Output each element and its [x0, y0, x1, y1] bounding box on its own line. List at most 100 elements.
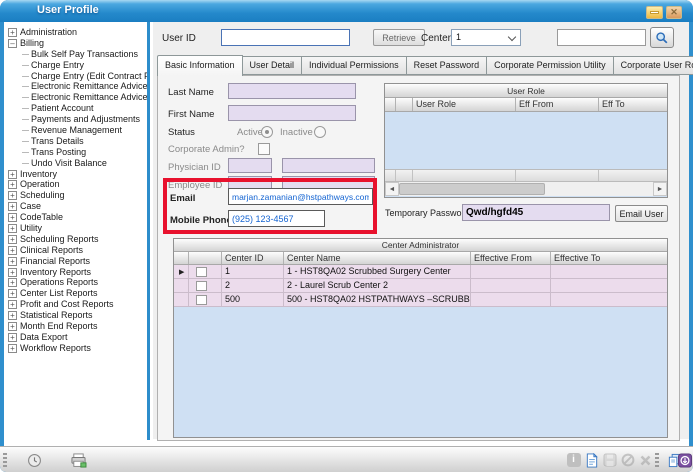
center-admin-row-500[interactable]: 500500 - HST8QA02 HSTPATHWAYS –SCRUBBED …: [174, 293, 667, 307]
user-role-table-body[interactable]: [385, 112, 667, 169]
tree-connector: [22, 119, 29, 120]
tab-corporate-permission-utility[interactable]: Corporate Permission Utility: [487, 56, 614, 75]
sidebar-item-statistical-reports[interactable]: +Statistical Reports: [8, 310, 147, 321]
expand-icon[interactable]: +: [8, 344, 17, 353]
user-profile-window: User Profile ✕ +Administration–BillingBu…: [0, 0, 693, 472]
close-button[interactable]: ✕: [666, 6, 682, 19]
sidebar-item-label: Workflow Reports: [20, 343, 91, 354]
corporate-admin-checkbox[interactable]: [258, 143, 270, 155]
sidebar-item-administration[interactable]: +Administration: [8, 27, 147, 38]
expand-icon[interactable]: +: [8, 311, 17, 320]
expand-icon[interactable]: +: [8, 180, 17, 189]
sidebar-item-utility[interactable]: +Utility: [8, 223, 147, 234]
sidebar-item-operation[interactable]: +Operation: [8, 179, 147, 190]
center-id-cell: 1: [222, 265, 284, 278]
sidebar-item-scheduling-reports[interactable]: +Scheduling Reports: [8, 234, 147, 245]
sidebar-item-clinical-reports[interactable]: +Clinical Reports: [8, 245, 147, 256]
sidebar-item-label: Month End Reports: [20, 321, 98, 332]
row-checkbox[interactable]: [196, 281, 207, 291]
tab-reset-password[interactable]: Reset Password: [407, 56, 488, 75]
effective-from-cell: [471, 265, 551, 278]
center-admin-row-2[interactable]: 22 - Laurel Scrub Center 2: [174, 279, 667, 293]
expand-icon[interactable]: +: [8, 289, 17, 298]
info-icon[interactable]: i: [565, 452, 582, 468]
physician-id-detail-input[interactable]: [282, 158, 375, 173]
sidebar-item-codetable[interactable]: +CodeTable: [8, 212, 147, 223]
row-selector-cell: [174, 293, 189, 306]
minimize-button[interactable]: [646, 6, 663, 19]
temporary-password-input[interactable]: [462, 204, 610, 221]
document-icon[interactable]: [583, 452, 600, 468]
sidebar-item-electronic-remittance-advice-payer[interactable]: Electronic Remittance Advice - Payer: [8, 92, 147, 103]
search-input[interactable]: [557, 29, 646, 46]
status-active-radio[interactable]: [261, 126, 273, 138]
save-icon: [601, 452, 618, 468]
expand-icon[interactable]: +: [8, 268, 17, 277]
sidebar-item-charge-entry[interactable]: Charge Entry: [8, 60, 147, 71]
expand-icon[interactable]: +: [8, 170, 17, 179]
expand-icon[interactable]: +: [8, 246, 17, 255]
sidebar-item-month-end-reports[interactable]: +Month End Reports: [8, 321, 147, 332]
sidebar-item-bulk-self-pay-transactions[interactable]: Bulk Self Pay Transactions: [8, 49, 147, 60]
expand-icon[interactable]: +: [8, 213, 17, 222]
expand-icon[interactable]: +: [8, 202, 17, 211]
sidebar-item-label: Inventory: [20, 169, 57, 180]
last-name-input[interactable]: [228, 83, 356, 99]
sidebar-item-inventory[interactable]: +Inventory: [8, 169, 147, 180]
center-id-cell: 2: [222, 279, 284, 292]
exit-icon[interactable]: [676, 452, 693, 468]
expand-icon[interactable]: +: [8, 278, 17, 287]
sidebar-item-billing[interactable]: –Billing: [8, 38, 147, 49]
sidebar-item-workflow-reports[interactable]: +Workflow Reports: [8, 343, 147, 354]
sidebar-item-profit-and-cost-reports[interactable]: +Profit and Cost Reports: [8, 299, 147, 310]
sidebar-item-data-export[interactable]: +Data Export: [8, 332, 147, 343]
expand-icon[interactable]: +: [8, 322, 17, 331]
row-checkbox[interactable]: [196, 295, 207, 305]
expand-icon[interactable]: +: [8, 257, 17, 266]
tab-corporate-user-role-utility[interactable]: Corporate User Role Utility: [614, 56, 693, 75]
collapse-icon[interactable]: –: [8, 39, 17, 48]
expand-icon[interactable]: +: [8, 333, 17, 342]
sidebar-item-trans-posting[interactable]: Trans Posting: [8, 147, 147, 158]
expand-icon[interactable]: +: [8, 300, 17, 309]
retrieve-button[interactable]: Retrieve: [373, 29, 425, 46]
expand-icon[interactable]: +: [8, 235, 17, 244]
row-checkbox[interactable]: [196, 267, 207, 277]
row-checkbox-cell: [189, 265, 222, 278]
sidebar-item-inventory-reports[interactable]: +Inventory Reports: [8, 267, 147, 278]
sidebar-item-trans-details[interactable]: Trans Details: [8, 136, 147, 147]
scroll-left-icon[interactable]: ◄: [385, 182, 399, 196]
search-button[interactable]: [650, 27, 674, 48]
sidebar-item-electronic-remittance-advice-patient[interactable]: Electronic Remittance Advice - Patient: [8, 81, 147, 92]
sidebar-item-payments-and-adjustments[interactable]: Payments and Adjustments: [8, 114, 147, 125]
tree-connector: [22, 108, 29, 109]
sidebar-item-center-list-reports[interactable]: +Center List Reports: [8, 288, 147, 299]
user-role-hscrollbar[interactable]: ◄ ►: [385, 182, 667, 196]
expand-icon[interactable]: +: [8, 191, 17, 200]
sidebar-item-revenue-management[interactable]: Revenue Management: [8, 125, 147, 136]
status-inactive-radio[interactable]: [314, 126, 326, 138]
tab-user-detail[interactable]: User Detail: [243, 56, 303, 75]
print-icon[interactable]: [70, 452, 87, 468]
email-user-button[interactable]: Email User: [615, 205, 668, 222]
title-bar[interactable]: User Profile ✕: [0, 0, 693, 22]
sidebar-item-financial-reports[interactable]: +Financial Reports: [8, 256, 147, 267]
sidebar-item-charge-entry-edit-contract-fee[interactable]: Charge Entry (Edit Contract Fee): [8, 71, 147, 82]
tab-individual-permissions[interactable]: Individual Permissions: [302, 56, 407, 75]
scrollbar-thumb[interactable]: [399, 183, 545, 195]
center-admin-row-1[interactable]: ▶11 - HST8QA02 Scrubbed Surgery Center: [174, 265, 667, 279]
sidebar-item-patient-account[interactable]: Patient Account: [8, 103, 147, 114]
sidebar-item-operations-reports[interactable]: +Operations Reports: [8, 277, 147, 288]
sidebar-item-case[interactable]: +Case: [8, 201, 147, 212]
center-dropdown[interactable]: 1: [451, 29, 521, 46]
expand-icon[interactable]: +: [8, 28, 17, 37]
tab-basic-information[interactable]: Basic Information: [157, 55, 243, 76]
physician-id-input[interactable]: [228, 158, 272, 173]
expand-icon[interactable]: +: [8, 224, 17, 233]
sidebar-item-undo-visit-balance[interactable]: Undo Visit Balance: [8, 158, 147, 169]
sidebar-item-scheduling[interactable]: +Scheduling: [8, 190, 147, 201]
scroll-right-icon[interactable]: ►: [653, 182, 667, 196]
first-name-input[interactable]: [228, 105, 356, 121]
clock-icon[interactable]: [26, 452, 43, 468]
user-id-input[interactable]: [221, 29, 350, 46]
